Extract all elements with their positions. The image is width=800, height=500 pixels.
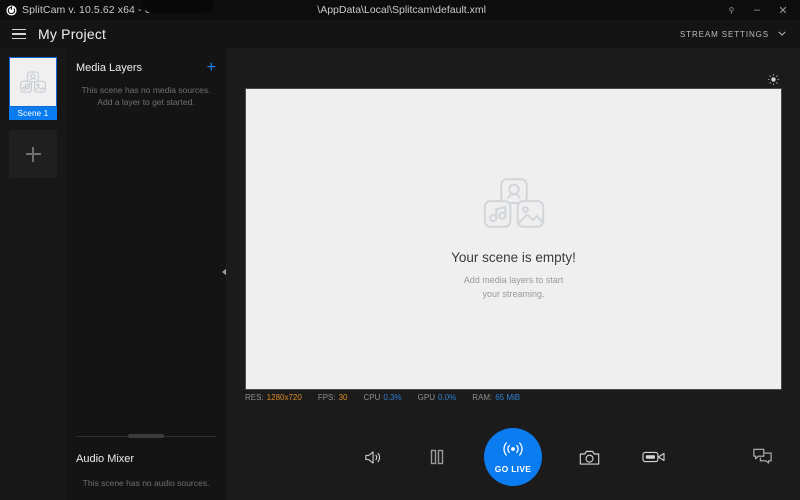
stream-settings-label: STREAM SETTINGS — [680, 30, 769, 39]
empty-scene-icon — [483, 177, 545, 234]
add-scene-button[interactable] — [9, 130, 57, 178]
window-controls: – ✕ — [718, 0, 796, 20]
status-cpu: CPU0.3% — [364, 393, 402, 402]
broadcast-icon — [501, 441, 525, 462]
title-bar: SplitCam v. 10.5.62 x64 - C:\Users\ \App… — [0, 0, 800, 20]
status-gpu-key: GPU — [418, 393, 435, 402]
main-stage: Your scene is empty! Add media layers to… — [226, 48, 800, 500]
scene-label: Scene 1 — [9, 107, 57, 120]
status-cpu-key: CPU — [364, 393, 381, 402]
app-header: My Project STREAM SETTINGS — [0, 20, 800, 48]
splitcam-logo-icon — [0, 5, 22, 16]
close-button[interactable]: ✕ — [770, 0, 796, 20]
splitcam-window: SplitCam v. 10.5.62 x64 - C:\Users\ \App… — [0, 0, 800, 500]
status-ram-value: 65 MiB — [495, 393, 520, 402]
status-gpu-value: 0.0% — [438, 393, 456, 402]
go-live-button[interactable]: GO LIVE — [484, 428, 542, 486]
scene-thumbnail[interactable] — [9, 57, 57, 107]
panel-resize-grip[interactable] — [128, 434, 164, 438]
chat-icon[interactable] — [746, 440, 778, 472]
minimize-button[interactable]: – — [744, 0, 770, 20]
status-res-key: RES: — [245, 393, 264, 402]
audio-mixer-header: Audio Mixer — [66, 450, 226, 468]
chevron-down-icon — [778, 30, 786, 38]
audio-mixer-empty-text: This scene has no audio sources. — [76, 478, 216, 488]
empty-sub-line-2: your streaming. — [464, 288, 564, 302]
control-bar: GO LIVE — [226, 414, 800, 500]
window-title-path: \AppData\Local\Splitcam\default.xml — [317, 4, 486, 16]
status-fps-key: FPS: — [318, 393, 336, 402]
status-res-value: 1280x720 — [267, 393, 302, 402]
status-ram: RAM:65 MiB — [472, 393, 520, 402]
scenes-rail: Scene 1 — [0, 48, 66, 500]
media-layers-empty-text: This scene has no media sources. Add a l… — [76, 84, 216, 109]
audio-mixer-title: Audio Mixer — [76, 453, 134, 465]
record-camcorder-icon[interactable] — [636, 440, 670, 474]
media-layers-header: Media Layers + — [66, 58, 226, 78]
go-live-label: GO LIVE — [495, 464, 532, 474]
status-fps-value: 30 — [339, 393, 348, 402]
empty-scene-title: Your scene is empty! — [451, 250, 576, 265]
pause-icon[interactable] — [420, 440, 454, 474]
status-ram-key: RAM: — [472, 393, 492, 402]
empty-scene-subtitle: Add media layers to start your streaming… — [464, 274, 564, 301]
page-title: My Project — [38, 26, 106, 42]
camera-icon[interactable] — [572, 440, 606, 474]
left-panel: Media Layers + This scene has no media s… — [66, 48, 226, 500]
media-layers-title: Media Layers — [76, 62, 142, 74]
stream-settings-button[interactable]: STREAM SETTINGS — [674, 20, 792, 48]
add-media-layer-button[interactable]: + — [207, 60, 216, 76]
status-fps: FPS:30 — [318, 393, 348, 402]
titlebar-notch — [143, 0, 213, 13]
status-gpu: GPU0.0% — [418, 393, 457, 402]
status-bar: RES:1280x720 FPS:30 CPU0.3% GPU0.0% RAM:… — [245, 388, 782, 406]
status-cpu-value: 0.3% — [383, 393, 401, 402]
status-res: RES:1280x720 — [245, 393, 302, 402]
hamburger-menu-icon[interactable] — [0, 20, 38, 48]
scene-item[interactable]: Scene 1 — [9, 57, 57, 120]
pin-icon[interactable] — [718, 0, 744, 20]
empty-sub-line-1: Add media layers to start — [464, 274, 564, 288]
speaker-icon[interactable] — [356, 440, 390, 474]
preview-canvas[interactable]: Your scene is empty! Add media layers to… — [245, 88, 782, 390]
control-bar-center: GO LIVE — [226, 414, 800, 500]
